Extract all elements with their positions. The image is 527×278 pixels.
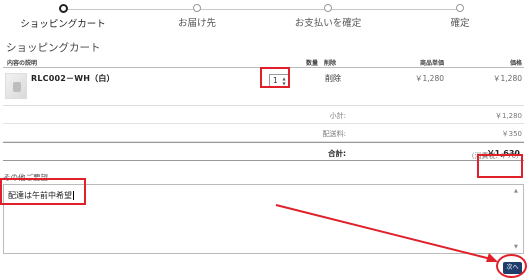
unit-price: ￥1,280 <box>415 74 444 83</box>
total-label: 合計: <box>328 149 346 158</box>
header-description: 内容の説明 <box>7 60 38 67</box>
step-label: ショッピングカート <box>20 19 106 30</box>
step-shopping-cart: ショッピングカート <box>8 4 118 30</box>
total-row: 合計: ￥1,630 <box>3 142 524 161</box>
header-quantity: 数量 <box>306 60 319 67</box>
step-delivery: お届け先 <box>142 4 252 29</box>
step-label: 確定 <box>450 18 470 29</box>
header-unit-price: 商品単価 <box>419 60 444 67</box>
shipping-value: ￥350 <box>501 130 522 138</box>
subtotal-label: 小計: <box>329 112 346 120</box>
checkout-stepper: ショッピングカート お届け先 お支払いを確定 確定 <box>0 0 527 32</box>
request-highlight-box <box>0 178 86 205</box>
step-label: お支払いを確定 <box>294 18 362 29</box>
next-button-highlight-circle <box>496 254 527 278</box>
total-highlight-box <box>477 154 523 178</box>
scroll-up-icon[interactable]: ▲ <box>514 188 518 194</box>
step-dot-icon <box>324 4 332 12</box>
shipping-row: 配送料: ￥350 <box>3 124 524 142</box>
subtotal-row: 小計: ￥1,280 <box>3 106 524 124</box>
step-dot-icon <box>193 4 201 12</box>
page-title: ショッピングカート <box>6 42 101 54</box>
step-confirm: 確定 <box>405 4 515 29</box>
product-name[interactable]: RLC002－WH（白） <box>31 73 115 84</box>
header-price: 価格 <box>509 60 522 67</box>
shipping-label: 配送料: <box>322 130 346 138</box>
step-dot-icon <box>456 4 464 12</box>
step-dot-icon <box>58 4 68 13</box>
scroll-down-icon[interactable]: ▼ <box>514 244 518 250</box>
header-delete: 削除 <box>324 60 337 67</box>
delete-button[interactable]: 削除 <box>325 73 341 84</box>
stepper-line <box>62 9 462 10</box>
step-payment: お支払いを確定 <box>273 4 383 29</box>
line-price: ￥1,280 <box>493 74 522 83</box>
step-label: お届け先 <box>177 18 216 29</box>
quantity-highlight-box <box>260 67 290 88</box>
subtotal-value: ￥1,280 <box>494 112 522 120</box>
product-thumbnail[interactable] <box>5 73 27 99</box>
textarea-scrollbar[interactable]: ▲ ▼ <box>514 188 520 250</box>
